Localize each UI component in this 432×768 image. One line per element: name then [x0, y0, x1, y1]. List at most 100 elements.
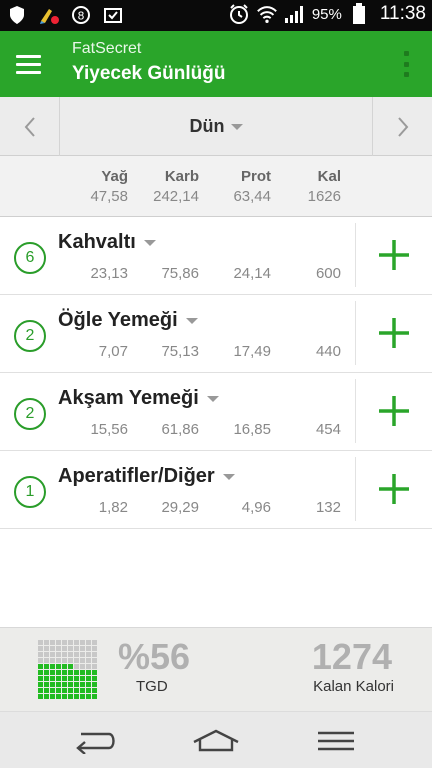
rdi-grid-cell	[50, 664, 55, 669]
home-button[interactable]	[186, 722, 246, 760]
rdi-grid-cell	[38, 652, 43, 657]
meal-row-snacks[interactable]: 1 Aperatifler/Diğer 1,82 29,29 4,96 132	[0, 451, 432, 529]
back-button[interactable]	[66, 722, 126, 760]
rdi-grid-cell	[50, 682, 55, 687]
rdi-grid-cell	[92, 640, 97, 645]
rdi-grid-cell	[68, 688, 73, 693]
rdi-grid-cell	[92, 658, 97, 663]
rdi-grid-cell	[86, 658, 91, 663]
rdi-grid-cell	[74, 658, 79, 663]
plus-icon	[379, 396, 409, 426]
rdi-grid-cell	[74, 688, 79, 693]
overflow-menu-icon[interactable]	[402, 51, 410, 77]
date-selector[interactable]: Dün	[60, 97, 372, 156]
rdi-grid-cell	[38, 682, 43, 687]
meal-fat: 1,82	[98, 499, 128, 516]
rdi-label: TGD	[136, 678, 168, 695]
clean-app-icon	[38, 4, 60, 26]
rdi-grid-cell	[80, 640, 85, 645]
rdi-grid-cell	[50, 670, 55, 675]
status-bar: 8 95% 11:38	[0, 0, 432, 31]
rdi-grid-cell	[86, 652, 91, 657]
remaining-calories-label: Kalan Kalori	[313, 678, 394, 695]
rdi-percent: %56	[118, 636, 191, 677]
rdi-grid-cell	[44, 646, 49, 651]
item-count-badge: 2	[14, 398, 46, 430]
notification-8-icon: 8	[70, 4, 92, 26]
add-food-button[interactable]	[355, 223, 432, 287]
next-day-button[interactable]	[372, 97, 432, 156]
item-count-badge: 6	[14, 242, 46, 274]
total-calories: 1626	[307, 188, 341, 205]
rdi-grid-cell	[74, 694, 79, 699]
meal-calories: 440	[315, 343, 341, 360]
summary-bar[interactable]: %56 TGD 1274 Kalan Kalori	[0, 627, 432, 711]
rdi-grid-cell	[38, 688, 43, 693]
rdi-grid-cell	[68, 676, 73, 681]
rdi-grid-cell	[92, 688, 97, 693]
rdi-grid-cell	[86, 682, 91, 687]
meal-title: Akşam Yemeği	[58, 387, 219, 410]
remaining-calories: 1274	[311, 636, 392, 677]
rdi-grid-cell	[68, 652, 73, 657]
rdi-grid-cell	[62, 664, 67, 669]
rdi-grid-cell	[62, 682, 67, 687]
plus-icon	[379, 318, 409, 348]
rdi-grid-cell	[68, 694, 73, 699]
plus-icon	[379, 474, 409, 504]
home-icon	[193, 729, 239, 752]
meal-row-breakfast[interactable]: 6 Kahvaltı 23,13 75,86 24,14 600	[0, 217, 432, 295]
rdi-grid-cell	[74, 652, 79, 657]
rdi-grid-cell	[92, 664, 97, 669]
rdi-grid-cell	[38, 670, 43, 675]
meal-name: Öğle Yemeği	[58, 309, 178, 331]
add-food-button[interactable]	[355, 457, 432, 521]
rdi-grid-cell	[80, 670, 85, 675]
rdi-grid-cell	[62, 652, 67, 657]
rdi-grid-cell	[92, 652, 97, 657]
rdi-grid-cell	[74, 670, 79, 675]
chevron-right-icon	[397, 116, 408, 137]
previous-day-button[interactable]	[0, 97, 60, 156]
rdi-grid-cell	[62, 640, 67, 645]
rdi-grid-cell	[38, 658, 43, 663]
rdi-grid-cell	[62, 694, 67, 699]
rdi-grid-cell	[62, 688, 67, 693]
rdi-grid-cell	[56, 652, 61, 657]
add-food-button[interactable]	[355, 301, 432, 365]
rdi-grid-cell	[86, 676, 91, 681]
rdi-grid-cell	[80, 652, 85, 657]
rdi-grid-cell	[56, 658, 61, 663]
rdi-grid-cell	[80, 658, 85, 663]
meal-row-dinner[interactable]: 2 Akşam Yemeği 15,56 61,86 16,85 454	[0, 373, 432, 451]
rdi-grid-cell	[86, 664, 91, 669]
meal-row-lunch[interactable]: 2 Öğle Yemeği 7,07 75,13 17,49 440	[0, 295, 432, 373]
meal-list: 6 Kahvaltı 23,13 75,86 24,14 600 2 Öğle …	[0, 217, 432, 529]
rdi-grid-cell	[50, 652, 55, 657]
rdi-grid-cell	[92, 646, 97, 651]
menu-button[interactable]	[306, 722, 366, 760]
rdi-grid-cell	[74, 640, 79, 645]
meal-title: Aperatifler/Diğer	[58, 465, 235, 488]
shield-icon	[6, 4, 28, 26]
header-carbs: Karb	[164, 168, 199, 185]
rdi-grid-cell	[38, 676, 43, 681]
rdi-grid-cell	[92, 682, 97, 687]
checklist-icon	[102, 4, 124, 26]
rdi-grid-cell	[74, 682, 79, 687]
add-food-button[interactable]	[355, 379, 432, 443]
rdi-grid-cell	[56, 646, 61, 651]
item-count-badge: 1	[14, 476, 46, 508]
battery-icon	[348, 3, 370, 25]
rdi-grid-cell	[50, 658, 55, 663]
app-name: FatSecret	[72, 40, 142, 57]
meal-protein: 16,85	[233, 421, 271, 438]
hamburger-icon[interactable]	[10, 45, 48, 83]
rdi-grid-cell	[68, 670, 73, 675]
rdi-grid-cell	[86, 670, 91, 675]
rdi-grid-cell	[56, 694, 61, 699]
meal-calories: 600	[315, 265, 341, 282]
rdi-grid-cell	[62, 658, 67, 663]
rdi-grid-cell	[62, 670, 67, 675]
page-title: Yiyecek Günlüğü	[72, 63, 226, 84]
